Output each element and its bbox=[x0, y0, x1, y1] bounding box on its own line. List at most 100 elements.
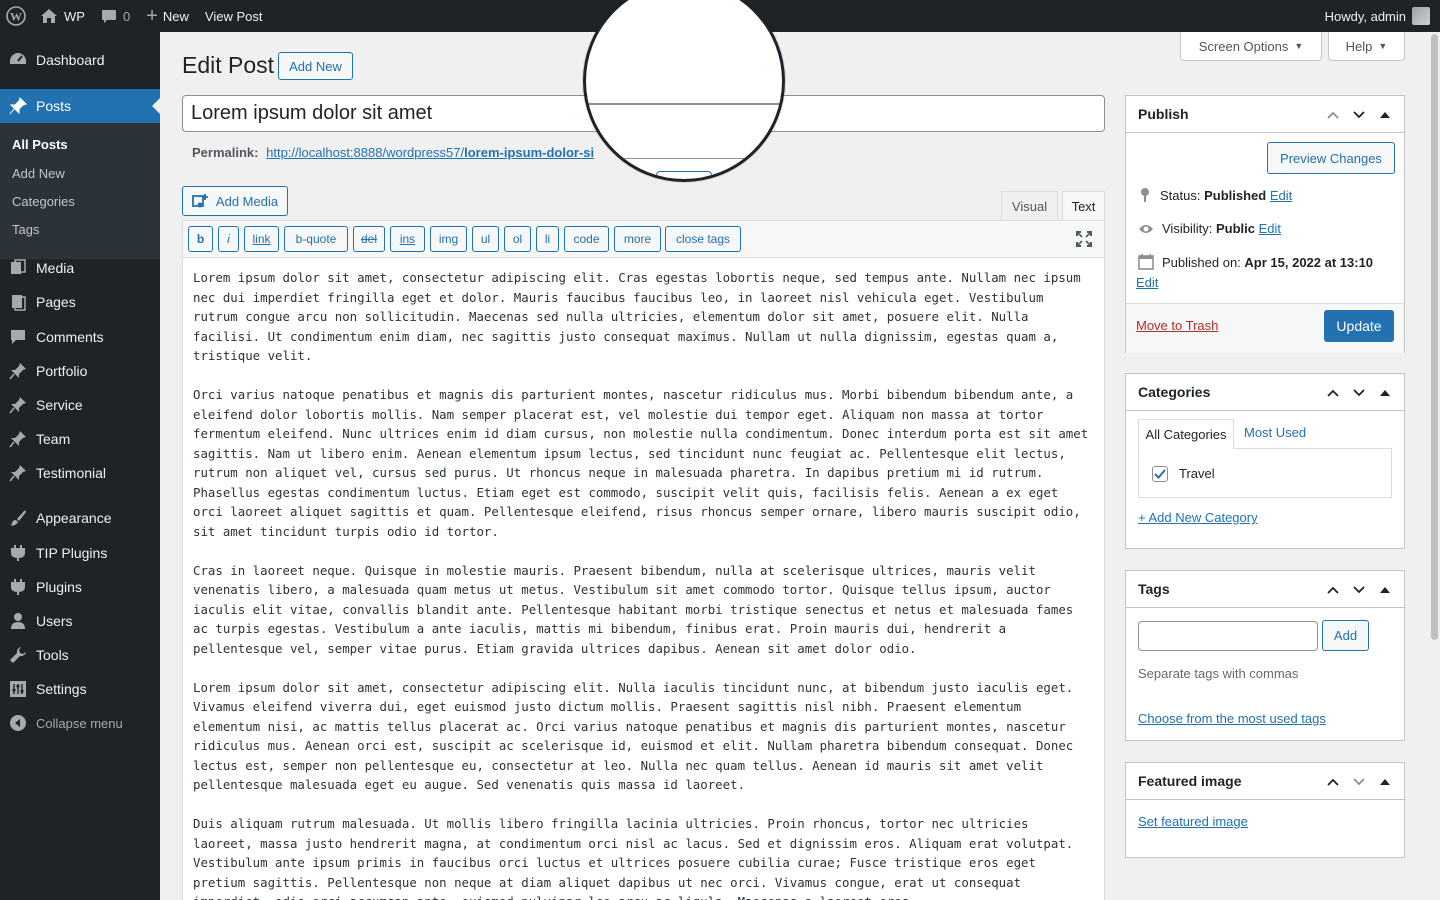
screen-options-label: Screen Options bbox=[1198, 38, 1289, 54]
move-to-trash-link[interactable]: Move to Trash bbox=[1136, 318, 1218, 333]
move-down-icon[interactable] bbox=[1348, 771, 1370, 793]
scrollbar-thumb[interactable] bbox=[1431, 34, 1438, 640]
menu-label: Team bbox=[36, 431, 71, 447]
home-icon bbox=[41, 9, 57, 23]
menu-label: Tools bbox=[36, 647, 69, 663]
toggle-panel-icon[interactable] bbox=[1374, 579, 1396, 601]
new-tag-input[interactable] bbox=[1138, 621, 1318, 651]
qt-close-tags-button[interactable]: close tags bbox=[665, 226, 741, 252]
publish-box: Publish Preview Changes Status: Publishe… bbox=[1125, 95, 1405, 353]
tab-most-used[interactable]: Most Used bbox=[1244, 425, 1306, 440]
qt-ul-button[interactable]: ul bbox=[472, 226, 499, 252]
wordpress-logo-icon[interactable]: W bbox=[0, 0, 32, 32]
add-media-button[interactable]: Add Media bbox=[182, 186, 288, 216]
menu-team[interactable]: Team bbox=[0, 422, 160, 456]
set-featured-image-link[interactable]: Set featured image bbox=[1138, 814, 1248, 829]
submenu-all-posts[interactable]: All Posts bbox=[12, 137, 68, 152]
qt-img-button[interactable]: img bbox=[430, 226, 467, 252]
fullscreen-icon[interactable] bbox=[1075, 230, 1093, 251]
edit-visibility-link[interactable]: Edit bbox=[1259, 221, 1281, 236]
qt-italic-button[interactable]: i bbox=[218, 226, 239, 252]
category-checkbox[interactable] bbox=[1152, 466, 1168, 482]
category-label: Travel bbox=[1179, 466, 1215, 481]
site-name-link[interactable]: WP bbox=[32, 0, 93, 32]
svg-text:W: W bbox=[10, 10, 22, 24]
post-content-textarea[interactable]: Lorem ipsum dolor sit amet, consectetur … bbox=[193, 268, 1093, 900]
settings-icon bbox=[0, 680, 36, 698]
help-button[interactable]: Help ▼ bbox=[1328, 32, 1405, 61]
menu-testimonial[interactable]: Testimonial bbox=[0, 456, 160, 490]
menu-media[interactable]: Media bbox=[0, 251, 160, 285]
move-down-icon[interactable] bbox=[1348, 104, 1370, 126]
choose-most-used-tags-link[interactable]: Choose from the most used tags bbox=[1138, 711, 1326, 726]
preview-changes-button[interactable]: Preview Changes bbox=[1267, 142, 1395, 174]
menu-service[interactable]: Service bbox=[0, 388, 160, 422]
move-down-icon[interactable] bbox=[1348, 382, 1370, 404]
menu-portfolio[interactable]: Portfolio bbox=[0, 354, 160, 388]
content-paragraph: Orci varius natoque penatibus et magnis … bbox=[193, 387, 1089, 539]
menu-comments[interactable]: Comments bbox=[0, 320, 160, 354]
avatar bbox=[1412, 7, 1430, 25]
collapse-menu-button[interactable]: Collapse menu bbox=[0, 706, 160, 740]
submenu-tags[interactable]: Tags bbox=[12, 222, 39, 237]
toggle-panel-icon[interactable] bbox=[1374, 771, 1396, 793]
menu-dashboard[interactable]: Dashboard bbox=[0, 43, 160, 77]
menu-plugins[interactable]: Plugins bbox=[0, 570, 160, 604]
account-menu[interactable]: Howdy, admin bbox=[1317, 0, 1440, 32]
toggle-panel-icon[interactable] bbox=[1374, 104, 1396, 126]
tab-text[interactable]: Text bbox=[1062, 191, 1105, 221]
toggle-panel-icon[interactable] bbox=[1374, 382, 1396, 404]
dashboard-icon bbox=[0, 51, 36, 69]
qt-link-button[interactable]: link bbox=[244, 226, 279, 252]
pin-icon bbox=[0, 97, 36, 115]
edit-status-link[interactable]: Edit bbox=[1270, 188, 1292, 203]
menu-posts[interactable]: Posts bbox=[0, 89, 160, 123]
menu-tools[interactable]: Tools bbox=[0, 638, 160, 672]
qt-more-button[interactable]: more bbox=[614, 226, 661, 252]
submenu-categories[interactable]: Categories bbox=[12, 194, 75, 209]
edit-date-link[interactable]: Edit bbox=[1136, 275, 1158, 290]
move-down-icon[interactable] bbox=[1348, 579, 1370, 601]
qt-ins-button[interactable]: ins bbox=[390, 226, 425, 252]
move-up-icon[interactable] bbox=[1322, 579, 1344, 601]
move-up-icon[interactable] bbox=[1322, 771, 1344, 793]
pages-icon bbox=[0, 293, 36, 311]
menu-label: TIP Plugins bbox=[36, 545, 108, 561]
menu-users[interactable]: Users bbox=[0, 604, 160, 638]
menu-label: Media bbox=[36, 260, 75, 276]
tags-hint: Separate tags with commas bbox=[1138, 666, 1299, 681]
new-content-link[interactable]: + New bbox=[138, 0, 197, 32]
tab-visual[interactable]: Visual bbox=[1001, 191, 1058, 221]
tab-all-categories[interactable]: All Categories bbox=[1138, 419, 1234, 449]
menu-pages[interactable]: Pages bbox=[0, 285, 160, 319]
submenu-add-new[interactable]: Add New bbox=[12, 166, 65, 181]
menu-settings[interactable]: Settings bbox=[0, 672, 160, 706]
content-paragraph: Cras in laoreet neque. Quisque in molest… bbox=[193, 562, 1074, 656]
screen-options-button[interactable]: Screen Options ▼ bbox=[1180, 32, 1322, 61]
media-icon bbox=[0, 259, 36, 277]
comments-count: 0 bbox=[122, 8, 131, 24]
qt-ol-button[interactable]: ol bbox=[504, 226, 531, 252]
view-post-link[interactable]: View Post bbox=[197, 0, 271, 32]
permalink-link[interactable]: http://localhost:8888/wordpress57/lorem-… bbox=[266, 145, 594, 160]
view-post-label: View Post bbox=[204, 8, 263, 24]
add-new-post-button[interactable]: Add New bbox=[278, 52, 353, 80]
permalink-base: http://localhost:8888/wordpress57/ bbox=[266, 145, 465, 160]
move-up-icon[interactable] bbox=[1322, 382, 1344, 404]
page-scrollbar[interactable] bbox=[1429, 32, 1440, 900]
qt-code-button[interactable]: code bbox=[564, 226, 609, 252]
menu-tip-plugins[interactable]: TIP Plugins bbox=[0, 536, 160, 570]
pin-icon bbox=[1141, 188, 1149, 202]
menu-appearance[interactable]: Appearance bbox=[0, 501, 160, 535]
update-button[interactable]: Update bbox=[1324, 310, 1394, 342]
qt-bquote-button[interactable]: b-quote bbox=[284, 226, 348, 252]
add-tag-button[interactable]: Add bbox=[1322, 620, 1369, 651]
move-up-icon[interactable] bbox=[1322, 104, 1344, 126]
qt-bold-button[interactable]: b bbox=[188, 226, 213, 252]
comments-link[interactable]: 0 bbox=[93, 0, 138, 32]
add-new-category-link[interactable]: + Add New Category bbox=[1138, 510, 1258, 525]
help-label: Help bbox=[1345, 38, 1373, 54]
qt-li-button[interactable]: li bbox=[536, 226, 559, 252]
plugin-icon bbox=[0, 578, 36, 596]
qt-del-button[interactable]: del bbox=[353, 226, 385, 252]
